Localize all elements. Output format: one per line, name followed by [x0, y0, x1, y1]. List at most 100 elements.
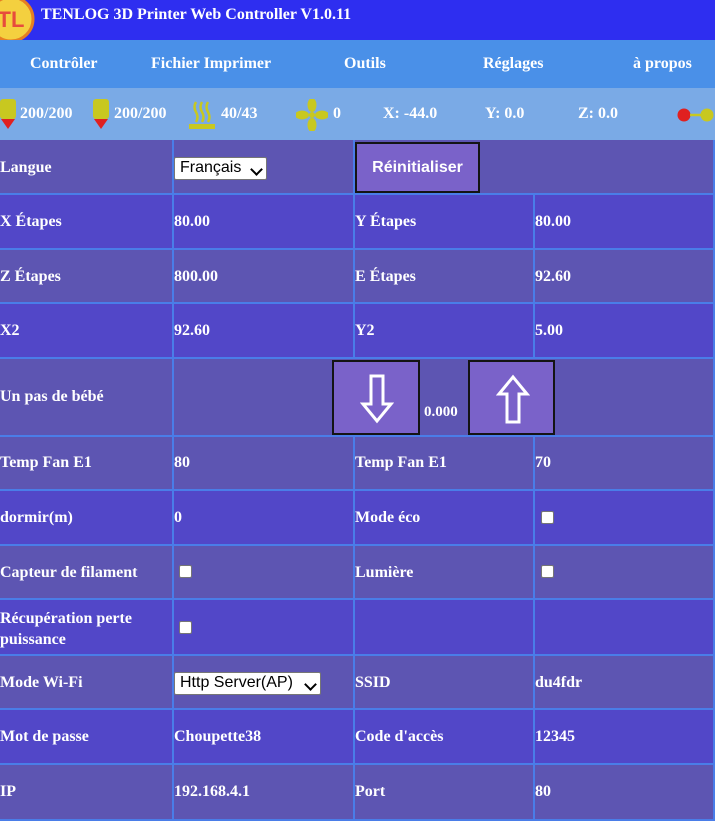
babystep-value: 0.000 — [424, 404, 458, 420]
title-bar: TL TENLOG 3D Printer Web Controller V1.0… — [0, 0, 715, 43]
ip-label: IP — [0, 783, 16, 800]
port-value-cell: 80 — [535, 765, 715, 821]
language-value-cell: Français — [174, 140, 355, 195]
hotend-icon — [93, 99, 109, 129]
power-loss-label: Récupération perte puissance — [0, 610, 132, 648]
menu-item-print-file[interactable]: Fichier Imprimer — [151, 55, 271, 73]
z-steps-value-cell: 800.00 — [174, 250, 355, 304]
babystep-label: Un pas de bébé — [0, 388, 104, 405]
ip-value-cell: 192.168.4.1 — [174, 765, 355, 821]
hotend2-temp: 200/200 — [114, 105, 167, 122]
ssid-value[interactable]: du4fdr — [535, 674, 582, 692]
temp-fan-e1-value[interactable]: 80 — [174, 454, 190, 472]
wifi-mode-select[interactable]: Http Server(AP) — [174, 672, 321, 695]
language-label: Langue — [0, 159, 52, 176]
x-steps-value-cell: 80.00 — [174, 195, 355, 250]
filament-sensor-label: Capteur de filament — [0, 564, 138, 581]
chevron-down-icon — [250, 163, 263, 176]
reset-cell: Réinitialiser — [355, 140, 715, 195]
language-select[interactable]: Français — [174, 157, 267, 180]
ssid-value-cell: du4fdr — [535, 656, 715, 710]
access-code-label-cell: Code d'accès — [355, 710, 535, 765]
e-steps-label: E Étapes — [355, 268, 416, 285]
password-value-cell: Choupette38 — [174, 710, 355, 765]
y-steps-label: Y Étapes — [355, 213, 417, 230]
eco-mode-label: Mode éco — [355, 509, 421, 526]
babystep-down-button[interactable] — [332, 360, 420, 435]
y-steps-value[interactable]: 80.00 — [535, 213, 571, 231]
babystep-label-cell: Un pas de bébé — [0, 359, 174, 437]
fan-speed: 0 — [333, 105, 341, 122]
eco-mode-value-cell — [535, 491, 715, 546]
language-label-cell: Langue — [0, 140, 174, 195]
y-position: Y: 0.0 — [485, 105, 525, 122]
wifi-mode-label: Mode Wi-Fi — [0, 674, 83, 691]
password-value[interactable]: Choupette38 — [174, 728, 261, 746]
sleep-value-cell: 0 — [174, 491, 355, 546]
app-title: TENLOG 3D Printer Web Controller V1.0.11 — [41, 6, 352, 23]
settings-grid: Langue Français Réinitialiser X Étapes 8… — [0, 140, 715, 821]
y2-value[interactable]: 5.00 — [535, 322, 563, 340]
power-loss-checkbox[interactable] — [179, 621, 192, 634]
hotend-icon — [0, 99, 16, 129]
light-label-cell: Lumière — [355, 546, 535, 600]
temp-fan-e1b-value[interactable]: 70 — [535, 454, 551, 472]
sleep-label-cell: dormir(m) — [0, 491, 174, 546]
x2-label-cell: X2 — [0, 304, 174, 359]
x-steps-value[interactable]: 80.00 — [174, 213, 210, 231]
empty-cell — [355, 600, 535, 656]
wifi-mode-value-cell: Http Server(AP) — [174, 656, 355, 710]
bed-temp: 40/43 — [221, 105, 258, 122]
power-loss-label-cell: Récupération perte puissance — [0, 600, 174, 656]
y2-label-cell: Y2 — [355, 304, 535, 359]
ssid-label-cell: SSID — [355, 656, 535, 710]
menu-item-tools[interactable]: Outils — [344, 55, 386, 73]
power-loss-value-cell — [174, 600, 355, 656]
chevron-down-icon — [304, 678, 317, 691]
menu-item-about[interactable]: à propos — [633, 55, 692, 73]
x2-value[interactable]: 92.60 — [174, 322, 210, 340]
access-code-value[interactable]: 12345 — [535, 728, 575, 746]
status-bar: 200/200 200/200 40/43 0 X: -44.0 Y: 0.0 … — [0, 88, 715, 140]
e-steps-value[interactable]: 92.60 — [535, 268, 571, 286]
x-steps-label: X Étapes — [0, 213, 62, 230]
sleep-value[interactable]: 0 — [174, 509, 182, 527]
z-position: Z: 0.0 — [578, 105, 618, 122]
temp-fan-e1b-label: Temp Fan E1 — [355, 454, 447, 471]
access-code-value-cell: 12345 — [535, 710, 715, 765]
temp-fan-e1b-label-cell: Temp Fan E1 — [355, 437, 535, 491]
z-steps-value[interactable]: 800.00 — [174, 268, 218, 286]
filament-sensor-value-cell — [174, 546, 355, 600]
temp-fan-e1-value-cell: 80 — [174, 437, 355, 491]
e-steps-value-cell: 92.60 — [535, 250, 715, 304]
menu-item-controler[interactable]: Contrôler — [30, 55, 98, 73]
filament-sensor-checkbox[interactable] — [179, 565, 192, 578]
main-menu: Contrôler Fichier Imprimer Outils Réglag… — [0, 40, 715, 88]
port-label-cell: Port — [355, 765, 535, 821]
arrow-up-icon — [496, 374, 530, 424]
port-label: Port — [355, 783, 386, 800]
x2-value-cell: 92.60 — [174, 304, 355, 359]
tenlog-logo-icon: TL — [0, 0, 35, 43]
y-steps-label-cell: Y Étapes — [355, 195, 535, 250]
filament-sensor-label-cell: Capteur de filament — [0, 546, 174, 600]
temp-fan-e1-label-cell: Temp Fan E1 — [0, 437, 174, 491]
reset-button[interactable]: Réinitialiser — [355, 142, 480, 193]
hotend1-temp: 200/200 — [20, 105, 73, 122]
babystep-up-button[interactable] — [468, 360, 555, 435]
e-steps-label-cell: E Étapes — [355, 250, 535, 304]
temp-fan-e1-label: Temp Fan E1 — [0, 454, 92, 471]
bed-icon — [189, 101, 215, 129]
x-steps-label-cell: X Étapes — [0, 195, 174, 250]
light-checkbox[interactable] — [541, 565, 554, 578]
empty-cell — [535, 600, 715, 656]
y-steps-value-cell: 80.00 — [535, 195, 715, 250]
y2-value-cell: 5.00 — [535, 304, 715, 359]
svg-text:TL: TL — [0, 7, 24, 32]
ip-value[interactable]: 192.168.4.1 — [174, 783, 250, 801]
ip-label-cell: IP — [0, 765, 174, 821]
eco-mode-checkbox[interactable] — [541, 511, 554, 524]
password-label: Mot de passe — [0, 728, 89, 745]
menu-item-settings[interactable]: Réglages — [483, 55, 543, 73]
port-value[interactable]: 80 — [535, 783, 551, 801]
